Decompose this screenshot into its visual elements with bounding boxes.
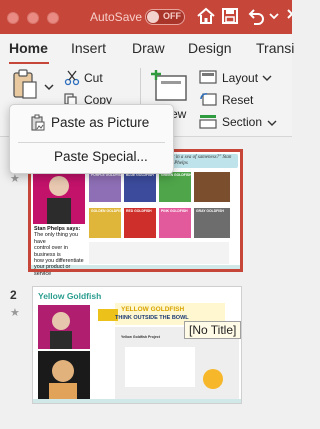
reset-icon xyxy=(200,93,217,106)
home-icon[interactable] xyxy=(196,6,216,26)
tab-design[interactable]: Design xyxy=(188,40,232,56)
slide-2-doc-title: Yellow Goldfish Project xyxy=(121,335,160,339)
product-label: GRAY GOLDFISH xyxy=(196,209,224,213)
new-slide-icon[interactable] xyxy=(148,70,190,104)
product-label: GOLDEN GOLDFISH xyxy=(91,209,124,213)
reset-button[interactable]: Reset xyxy=(222,93,253,107)
ribbon-tabs: Home Insert Draw Design Transi xyxy=(0,34,294,64)
caption-line: The only thing you have xyxy=(34,232,79,245)
tab-insert[interactable]: Insert xyxy=(71,40,106,56)
tab-transitions[interactable]: Transi xyxy=(256,40,294,56)
slide-2-book-title: YELLOW GOLDFISH xyxy=(121,306,185,313)
autosave-state: OFF xyxy=(163,11,181,21)
paste-dropdown-icon[interactable] xyxy=(44,82,54,92)
section-dropdown-icon[interactable] xyxy=(267,119,277,127)
slide-1-caption: Stan Phelps says: The only thing you hav… xyxy=(34,226,86,277)
minimize-window-button[interactable] xyxy=(27,12,39,24)
layout-dropdown-icon[interactable] xyxy=(262,74,272,82)
undo-dropdown-icon[interactable] xyxy=(268,6,280,26)
product-label: PINK GOLDFISH xyxy=(161,209,188,213)
autosave-label: AutoSave xyxy=(90,10,143,24)
slide-thumbnail-2[interactable]: Yellow Goldfish YELLOW GOLDFISH THINK OU… xyxy=(32,286,242,404)
menu-item-label: Paste Special... xyxy=(54,149,148,164)
slide-2-book-subtitle: THINK OUTSIDE THE BOWL xyxy=(115,315,189,321)
scissors-icon[interactable] xyxy=(64,70,80,86)
close-window-button[interactable] xyxy=(7,12,19,24)
section-icon xyxy=(199,115,217,129)
layout-button[interactable]: Layout xyxy=(222,71,258,85)
tab-home[interactable]: Home xyxy=(9,40,48,56)
undo-icon[interactable] xyxy=(246,6,266,26)
zoom-window-button[interactable] xyxy=(47,12,59,24)
paste-options-menu: Paste as Picture Paste Special... xyxy=(9,104,174,174)
title-bar: AutoSave OFF xyxy=(0,0,292,34)
paste-picture-icon xyxy=(31,114,45,131)
autosave-toggle[interactable]: OFF xyxy=(145,9,185,25)
caption-line: control over in business is xyxy=(34,245,68,258)
slide-2-star-icon: ★ xyxy=(10,307,20,319)
product-label: RED GOLDFISH xyxy=(126,209,152,213)
caption-line: your product or service xyxy=(34,264,71,277)
paste-icon[interactable] xyxy=(12,68,38,100)
menu-item-label: Paste as Picture xyxy=(51,115,150,130)
save-icon[interactable] xyxy=(220,6,240,26)
menu-item-paste-as-picture[interactable]: Paste as Picture xyxy=(10,109,173,137)
no-title-tooltip: [No Title] xyxy=(184,321,242,339)
slide-2-title: Yellow Goldfish xyxy=(38,291,102,301)
slide-2-preview xyxy=(33,287,241,403)
tab-draw[interactable]: Draw xyxy=(132,40,165,56)
redo-icon[interactable] xyxy=(280,6,292,26)
slide-2-number: 2 xyxy=(10,288,17,302)
section-button[interactable]: Section xyxy=(222,115,262,129)
cut-button[interactable]: Cut xyxy=(84,71,103,85)
menu-item-paste-special[interactable]: Paste Special... xyxy=(10,143,173,171)
layout-icon xyxy=(199,70,217,84)
toggle-knob xyxy=(147,11,159,23)
